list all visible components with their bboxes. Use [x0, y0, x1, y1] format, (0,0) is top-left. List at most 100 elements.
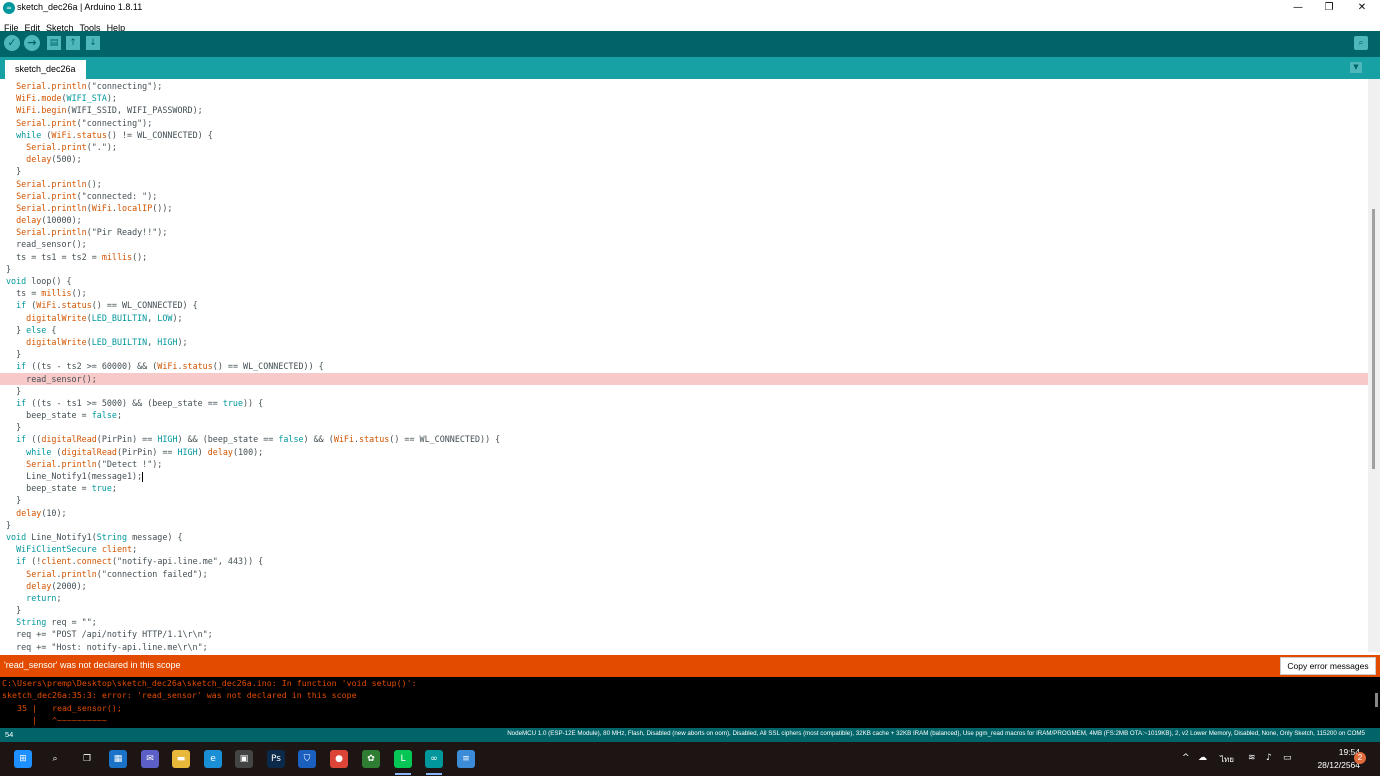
teams-chat-icon[interactable]: ✉ — [141, 750, 159, 768]
edge-icon[interactable]: e — [204, 750, 222, 768]
code-line-error: read_sensor(); — [0, 372, 1368, 385]
output-console[interactable]: C:\Users\premp\Desktop\sketch_dec26a\ske… — [0, 677, 1380, 728]
active-app-indicator — [426, 773, 442, 775]
code-line: beep_state = false; — [6, 410, 122, 421]
editor-scrollbar[interactable] — [1368, 79, 1380, 652]
store-icon[interactable]: ▣ — [235, 750, 253, 768]
code-line: void loop() { — [6, 276, 72, 286]
code-line: } — [6, 519, 12, 530]
wifi-icon[interactable]: ≋ — [1248, 753, 1256, 763]
task-view-icon[interactable]: ❐ — [78, 750, 96, 768]
code-line: delay(500); — [26, 154, 82, 165]
text-caret — [142, 471, 144, 482]
notepad-icon[interactable]: ≡ — [457, 750, 475, 768]
code-line: if ((digitalRead(PirPin) == HIGH) && (be… — [16, 434, 501, 445]
code-line: delay(10); — [16, 507, 67, 518]
file-explorer-icon[interactable]: ▬ — [172, 750, 190, 768]
code-line: beep_state = true; — [6, 483, 117, 494]
verify-button[interactable]: ✓ — [4, 35, 20, 51]
copy-error-messages-button[interactable]: Copy error messages — [1280, 657, 1376, 675]
new-sketch-button[interactable]: ▤ — [47, 36, 61, 50]
close-button[interactable]: ✕ — [1346, 0, 1378, 16]
taskbar: ⊞ ⌕ ❐ ▦ ✉ ▬ e ▣ Ps ⛉ ● ✿ L ∞ ≡ ^ ☁ ไทย ≋ ♪ ▭ 19:54 28/… — [0, 742, 1380, 776]
code-line: ts = ts1 = ts2 = millis(); — [6, 251, 148, 262]
code-line: digitalWrite(LED_BUILTIN, HIGH); — [26, 336, 188, 347]
code-line: } — [6, 263, 12, 274]
clock-date[interactable]: 28/12/2564 — [1300, 760, 1360, 770]
console-scrollbar[interactable] — [1375, 693, 1378, 707]
code-line: if ((ts - ts2 >= 60000) && (WiFi.status(… — [16, 361, 324, 372]
code-line: Serial.println("Pir Ready!!"); — [16, 227, 168, 238]
code-line: Serial.println("connecting"); — [16, 81, 163, 91]
code-line: } else { — [6, 324, 57, 335]
notification-badge[interactable]: 2 — [1354, 752, 1366, 764]
code-line: while (WiFi.status() != WL_CONNECTED) { — [16, 129, 213, 140]
tab-menu-button[interactable]: ▼ — [1350, 62, 1362, 73]
title-bar: ∞ sketch_dec26a | Arduino 1.8.11 — ❐ ✕ — [0, 0, 1380, 16]
code-line: read_sensor(); — [6, 239, 87, 250]
code-line: req += "Host: notify-api.line.me\r\n"; — [6, 641, 208, 652]
serial-monitor-button[interactable]: ⌕ — [1354, 36, 1368, 50]
windows-start-icon[interactable]: ⊞ — [14, 750, 32, 768]
tab-sketch[interactable]: sketch_dec26a — [5, 60, 86, 79]
toolbar: ✓ → ▤ ↑ ↓ ⌕ — [0, 31, 1380, 57]
line-icon[interactable]: L — [394, 750, 412, 768]
console-line: sketch_dec26a:35:3: error: 'read_sensor'… — [2, 690, 357, 701]
code-line: Serial.println(); — [16, 178, 102, 189]
code-line: Serial.print("connected: "); — [16, 190, 158, 201]
error-message: 'read_sensor' was not declared in this s… — [4, 660, 181, 670]
code-line: if ((ts - ts1 >= 5000) && (beep_state ==… — [16, 397, 264, 408]
code-line: Line_Notify1(message1); — [6, 471, 144, 482]
open-sketch-button[interactable]: ↑ — [66, 36, 80, 50]
volume-icon[interactable]: ♪ — [1266, 753, 1272, 763]
tray-overflow-icon[interactable]: ^ — [1182, 753, 1190, 763]
code-line: req += "POST /api/notify HTTP/1.1\r\n"; — [6, 629, 213, 640]
shield-app-icon[interactable]: ⛉ — [298, 750, 316, 768]
code-line: } — [6, 495, 22, 506]
editor-scroll-thumb[interactable] — [1372, 209, 1375, 469]
onedrive-icon[interactable]: ☁ — [1198, 753, 1207, 763]
code-line: Serial.print("connecting"); — [16, 117, 153, 128]
window-title: sketch_dec26a | Arduino 1.8.11 — [17, 2, 143, 12]
save-sketch-button[interactable]: ↓ — [86, 36, 100, 50]
tab-bar: sketch_dec26a ▼ — [0, 57, 1380, 79]
code-editor[interactable]: Serial.println("connecting"); WiFi.mode(… — [0, 79, 1368, 652]
code-line: digitalWrite(LED_BUILTIN, LOW); — [26, 312, 183, 323]
code-line: String req = ""; — [16, 617, 97, 628]
restore-button[interactable]: ❐ — [1313, 0, 1345, 16]
code-line: } — [6, 422, 22, 433]
board-info: NodeMCU 1.0 (ESP-12E Module), 80 MHz, Fl… — [507, 730, 1365, 737]
code-line: if (WiFi.status() == WL_CONNECTED) { — [16, 300, 198, 311]
code-line: WiFi.mode(WIFI_STA); — [16, 93, 117, 104]
menu-bar: File Edit Sketch Tools Help — [0, 16, 1380, 33]
arduino-taskbar-icon[interactable]: ∞ — [425, 750, 443, 768]
code-line: } — [6, 166, 22, 177]
code-line: delay(10000); — [16, 215, 82, 226]
code-line: void Line_Notify1(String message) { — [6, 531, 183, 542]
battery-icon[interactable]: ▭ — [1283, 753, 1292, 763]
language-indicator[interactable]: ไทย — [1220, 753, 1234, 766]
widgets-icon[interactable]: ▦ — [109, 750, 127, 768]
code-line: Serial.println(WiFi.localIP()); — [16, 202, 173, 213]
code-line: if (!client.connect("notify-api.line.me"… — [16, 556, 264, 567]
arduino-icon: ∞ — [3, 2, 15, 14]
code-line: } — [6, 385, 22, 396]
code-line: ts = millis(); — [6, 288, 87, 299]
code-line: Serial.println("Detect !"); — [26, 458, 163, 469]
app-green-icon[interactable]: ✿ — [362, 750, 380, 768]
active-app-indicator — [395, 773, 411, 775]
code-line: WiFiClientSecure client; — [16, 544, 138, 555]
error-bar: 'read_sensor' was not declared in this s… — [0, 655, 1380, 677]
code-line: } — [6, 605, 22, 616]
search-icon[interactable]: ⌕ — [46, 750, 64, 768]
code-line: } — [6, 349, 22, 360]
code-line: Serial.println("connection failed"); — [26, 568, 208, 579]
photoshop-icon[interactable]: Ps — [267, 750, 285, 768]
chrome-icon[interactable]: ● — [330, 750, 348, 768]
code-line: Serial.print("."); — [26, 141, 117, 152]
upload-button[interactable]: → — [24, 35, 40, 51]
code-line: delay(2000); — [26, 580, 87, 591]
minimize-button[interactable]: — — [1282, 0, 1314, 16]
console-line: C:\Users\premp\Desktop\sketch_dec26a\ske… — [2, 678, 417, 688]
status-bar: 54 NodeMCU 1.0 (ESP-12E Module), 80 MHz,… — [0, 728, 1380, 742]
